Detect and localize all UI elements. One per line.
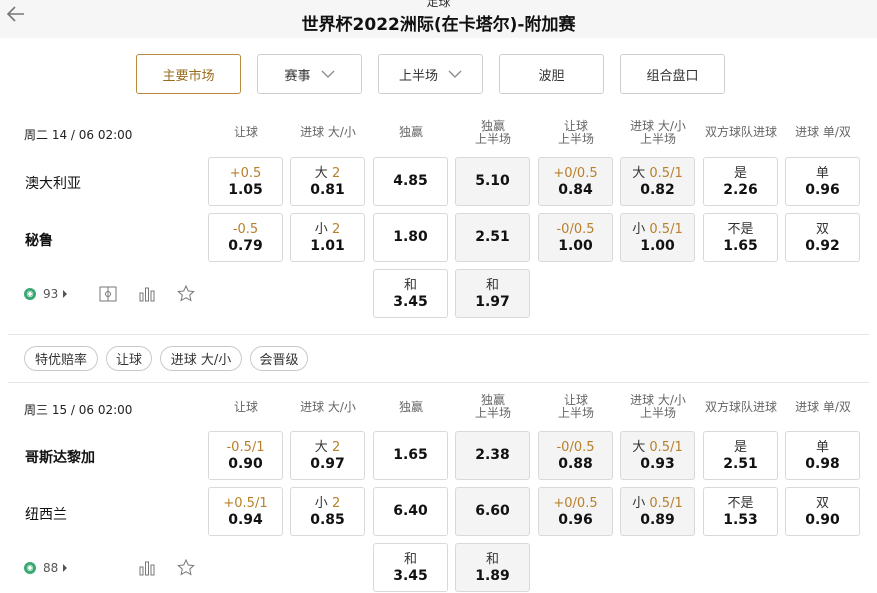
page-title: 世界杯2022洲际(在卡塔尔)-附加赛 — [301, 15, 576, 35]
more-markets-link[interactable]: ◉ 93 — [24, 287, 69, 301]
odds-cell[interactable]: 大 2 0.81 — [290, 157, 365, 206]
filter-main-market[interactable]: 主要市场 — [136, 54, 241, 94]
more-markets-link[interactable]: ◉ 88 — [24, 561, 69, 575]
chevron-down-icon — [321, 70, 334, 78]
chevron-down-icon — [448, 70, 462, 78]
column-header: 独赢 — [398, 125, 423, 139]
pitch-icon[interactable] — [99, 286, 117, 302]
odds-cell[interactable]: 小 0.5/1 1.00 — [620, 213, 695, 262]
odds-cell[interactable]: 6.60 — [455, 487, 530, 536]
chip-over-under[interactable]: 进球 大/小 — [160, 346, 242, 371]
odds-cell[interactable]: 单 0.98 — [785, 431, 860, 480]
odds-cell[interactable]: 1.80 — [373, 213, 448, 262]
odds-cell[interactable]: 双 0.90 — [785, 487, 860, 536]
team-name: 纽西兰 — [25, 507, 67, 523]
filter-competition[interactable]: 赛事 — [257, 54, 362, 94]
more-markets-count: 88 — [43, 560, 59, 575]
chip-handicap[interactable]: 让球 — [106, 346, 152, 371]
odds-cell[interactable]: 6.40 — [373, 487, 448, 536]
match-tools: ◉ 88 — [24, 559, 196, 576]
column-header: 进球 大/小 上半场 — [630, 119, 686, 146]
odds-cell[interactable]: 大 0.5/1 0.82 — [620, 157, 695, 206]
star-icon[interactable] — [177, 285, 196, 302]
odds-cell-draw[interactable]: 和 3.45 — [373, 269, 448, 318]
odds-cell[interactable]: 4.85 — [373, 157, 448, 206]
match-datetime: 周三 15 / 06 02:00 — [24, 403, 133, 417]
odds-cell[interactable]: -0/0.5 0.88 — [538, 431, 613, 480]
odds-cell[interactable]: +0.5/1 0.94 — [208, 487, 283, 536]
odds-cell[interactable]: 小 0.5/1 0.89 — [620, 487, 695, 536]
column-header: 让球 — [233, 125, 258, 139]
caret-right-icon — [63, 289, 68, 298]
filter-parlay[interactable]: 组合盘口 — [620, 54, 725, 94]
odds-cell[interactable]: 小 2 0.85 — [290, 487, 365, 536]
column-header: 进球 大/小 上半场 — [630, 393, 686, 420]
stats-badge-icon: ◉ — [24, 287, 36, 300]
odds-cell[interactable]: 小 2 1.01 — [290, 213, 365, 262]
bar-chart-icon[interactable] — [138, 560, 156, 576]
odds-cell[interactable]: 大 2 0.97 — [290, 431, 365, 480]
chip-to-qualify[interactable]: 会晋级 — [250, 346, 308, 371]
odds-cell[interactable]: 双 0.92 — [785, 213, 860, 262]
match-tools: ◉ 93 — [24, 285, 196, 302]
column-header: 进球 大/小 — [300, 400, 356, 414]
column-header: 让球 — [233, 400, 258, 414]
odds-cell[interactable]: 大 0.5/1 0.93 — [620, 431, 695, 480]
filter-label: 上半场 — [398, 68, 438, 84]
odds-cell[interactable]: 5.10 — [455, 157, 530, 206]
match-datetime: 周二 14 / 06 02:00 — [24, 128, 133, 142]
divider — [8, 334, 869, 335]
odds-cell[interactable]: 2.38 — [455, 431, 530, 480]
sport-label: 足球 — [426, 0, 451, 9]
stats-badge-icon: ◉ — [24, 561, 36, 574]
bar-chart-icon[interactable] — [138, 286, 156, 302]
column-header: 独赢 — [398, 400, 423, 414]
odds-cell[interactable]: 2.51 — [455, 213, 530, 262]
odds-cell[interactable]: -0.5 0.79 — [208, 213, 283, 262]
caret-right-icon — [63, 563, 68, 572]
odds-cell[interactable]: 1.65 — [373, 431, 448, 480]
team-name: 哥斯达黎加 — [25, 450, 95, 466]
team-name: 澳大利亚 — [25, 176, 81, 192]
filter-correct-score[interactable]: 波胆 — [499, 54, 604, 94]
odds-cell[interactable]: +0.5 1.05 — [208, 157, 283, 206]
column-header: 进球 大/小 — [300, 125, 356, 139]
odds-cell[interactable]: 单 0.96 — [785, 157, 860, 206]
odds-cell[interactable]: +0/0.5 0.96 — [538, 487, 613, 536]
more-markets-count: 93 — [43, 286, 59, 301]
odds-cell-draw[interactable]: 和 1.89 — [455, 543, 530, 592]
odds-cell[interactable]: 是 2.26 — [703, 157, 778, 206]
divider — [8, 382, 869, 383]
top-bar: 足球 世界杯2022洲际(在卡塔尔)-附加赛 — [0, 0, 877, 38]
column-header: 双方球队进球 — [704, 125, 777, 139]
filter-label: 组合盘口 — [646, 68, 699, 84]
chip-best-odds[interactable]: 特优赔率 — [24, 346, 98, 371]
column-header: 独赢 上半场 — [474, 119, 511, 146]
odds-cell-draw[interactable]: 和 3.45 — [373, 543, 448, 592]
odds-cell[interactable]: 不是 1.65 — [703, 213, 778, 262]
column-header: 让球 上半场 — [557, 393, 594, 420]
column-header: 双方球队进球 — [704, 400, 777, 414]
column-header: 独赢 上半场 — [474, 393, 511, 420]
star-icon[interactable] — [177, 559, 196, 576]
column-header: 进球 单/双 — [795, 125, 851, 139]
odds-cell[interactable]: 不是 1.53 — [703, 487, 778, 536]
odds-cell[interactable]: -0/0.5 1.00 — [538, 213, 613, 262]
odds-cell-draw[interactable]: 和 1.97 — [455, 269, 530, 318]
team-name: 秘鲁 — [25, 233, 53, 249]
odds-cell[interactable]: +0/0.5 0.84 — [538, 157, 613, 206]
odds-cell[interactable]: 是 2.51 — [703, 431, 778, 480]
filter-label: 赛事 — [284, 68, 311, 84]
column-header: 让球 上半场 — [557, 119, 594, 146]
filter-label: 波胆 — [538, 68, 565, 84]
filter-first-half[interactable]: 上半场 — [378, 54, 483, 94]
column-header: 进球 单/双 — [795, 400, 851, 414]
odds-cell[interactable]: -0.5/1 0.90 — [208, 431, 283, 480]
filter-label: 主要市场 — [162, 68, 215, 84]
